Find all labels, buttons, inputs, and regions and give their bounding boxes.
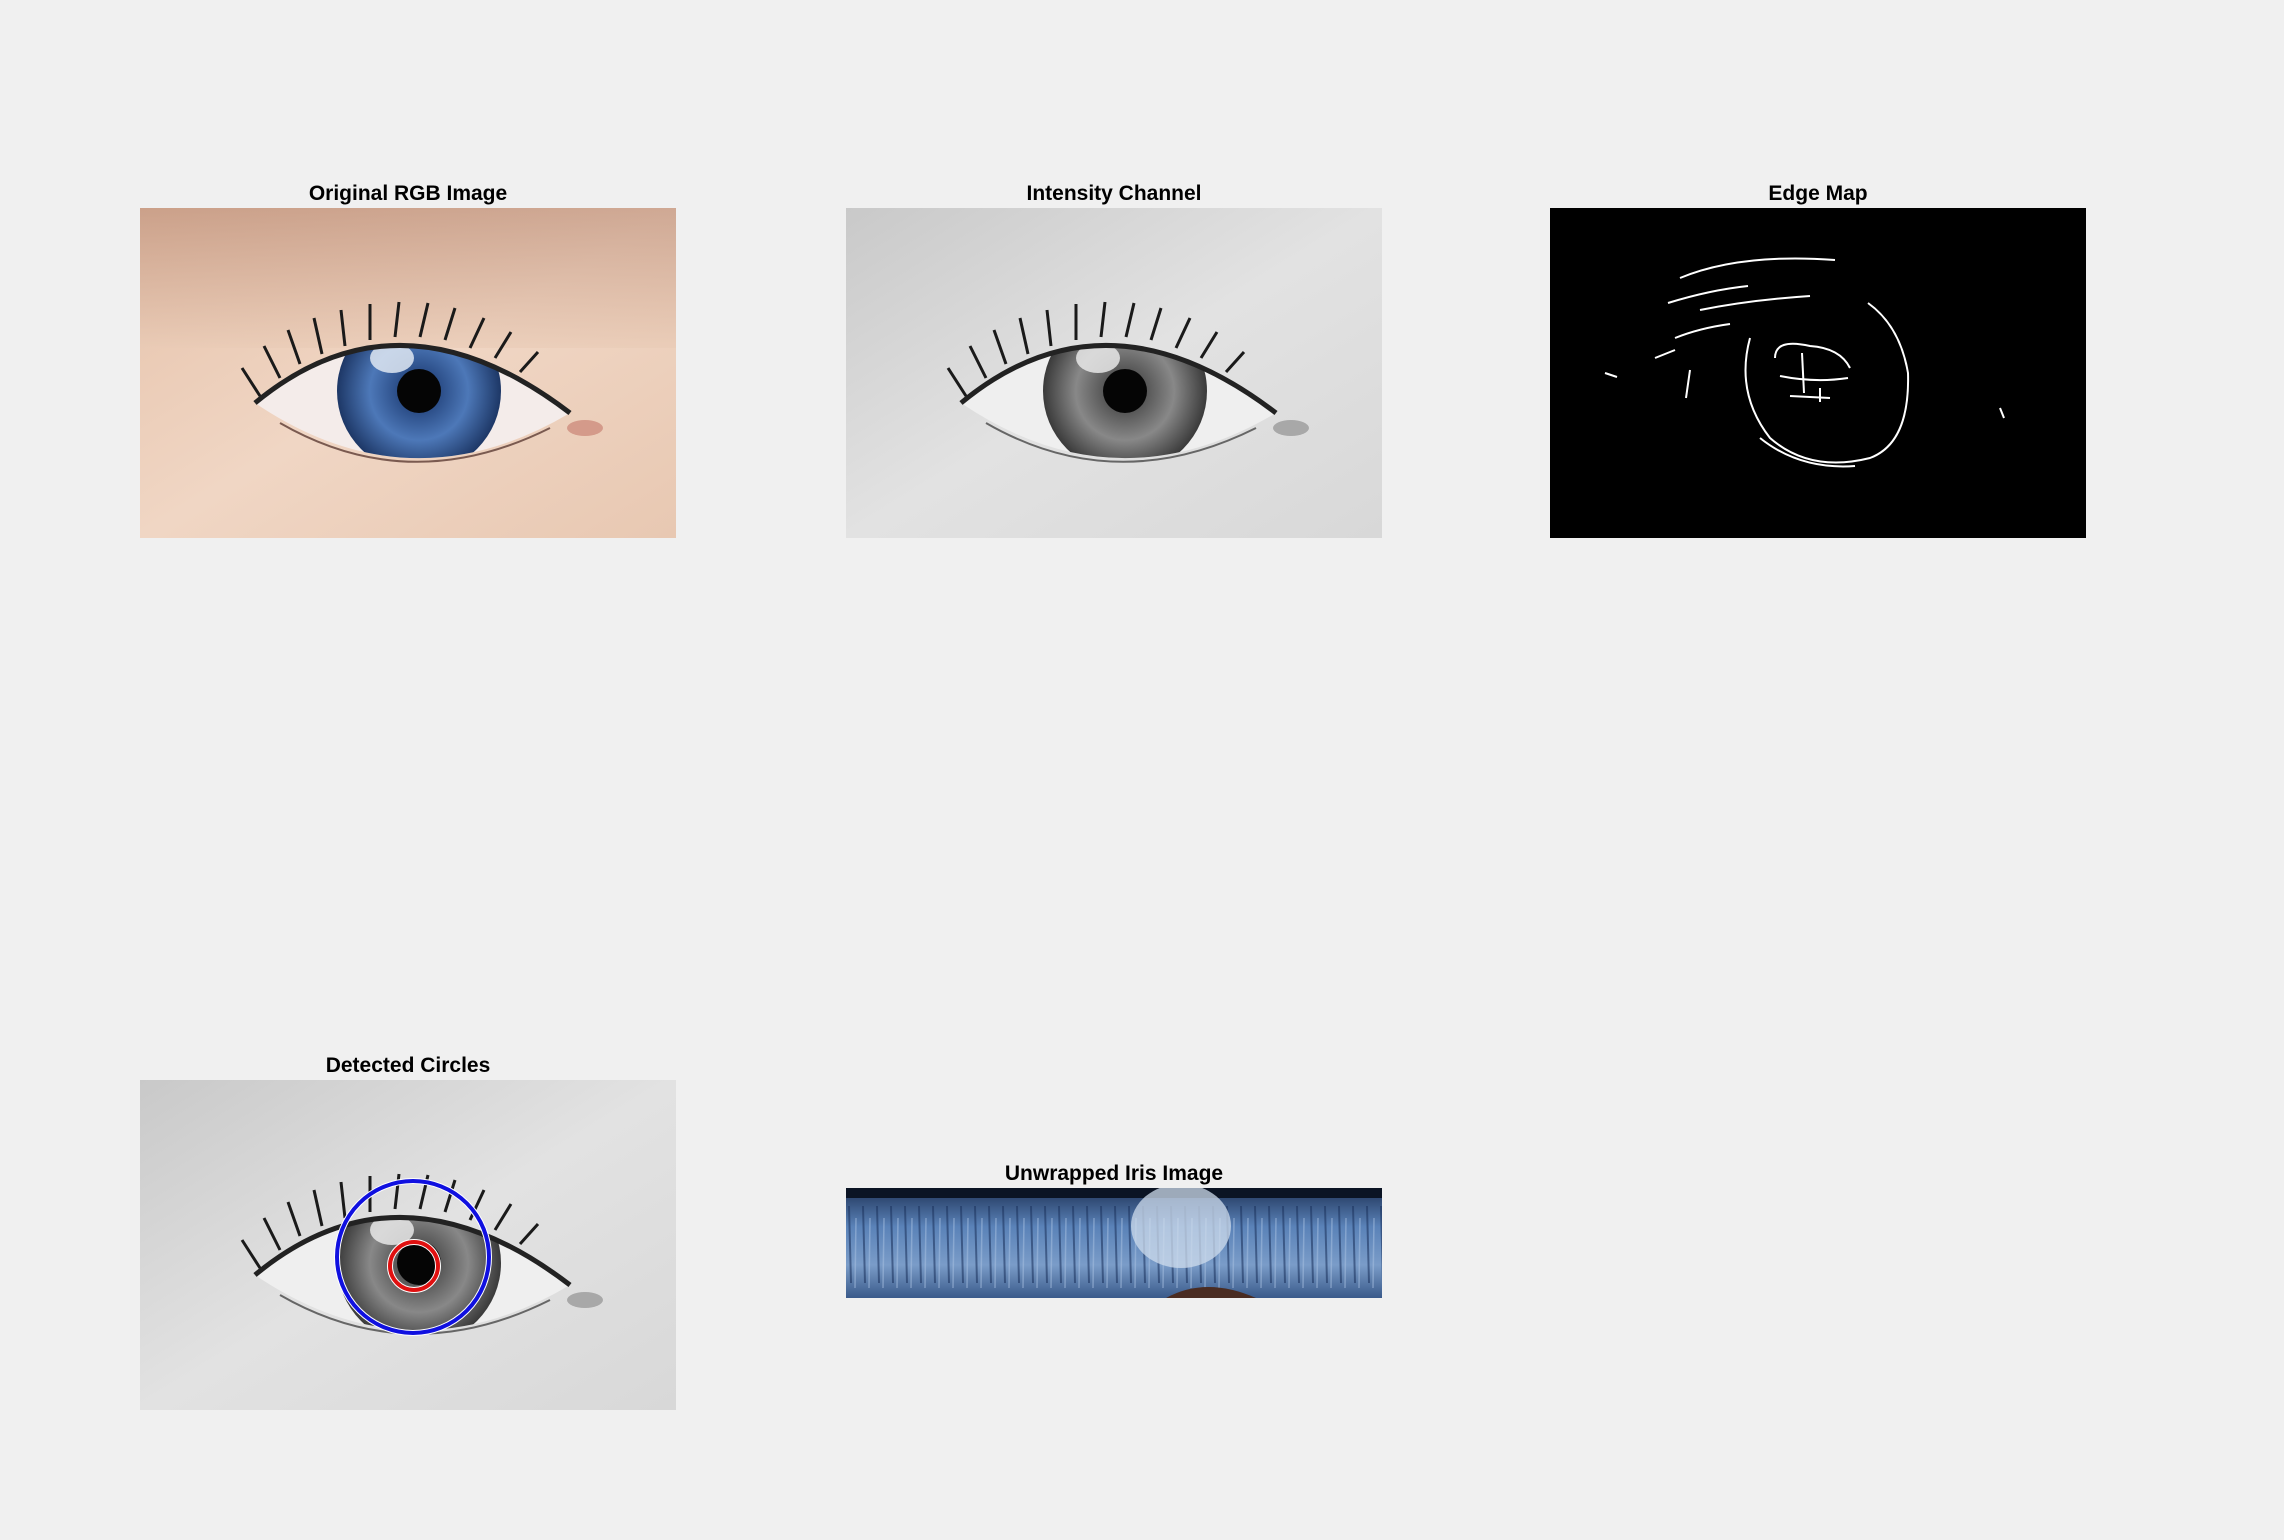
panel-title-edge: Edge Map xyxy=(1768,182,1868,205)
panel-original-rgb: Original RGB Image xyxy=(140,180,676,540)
panel-unwrapped-iris: Unwrapped Iris Image xyxy=(846,1160,1382,1302)
intensity-image xyxy=(846,208,1382,538)
panel-title-intensity: Intensity Channel xyxy=(1026,182,1202,205)
panel-title-original: Original RGB Image xyxy=(308,182,508,205)
panel-title-detected: Detected Circles xyxy=(325,1054,491,1077)
edge-map-image xyxy=(1550,208,2086,538)
unwrapped-iris-image xyxy=(846,1188,1382,1298)
panel-title-unwrapped: Unwrapped Iris Image xyxy=(1004,1162,1224,1185)
panel-edge-map: Edge Map xyxy=(1550,180,2086,540)
panel-detected-circles: Detected Circles xyxy=(140,1052,676,1412)
panel-intensity: Intensity Channel xyxy=(846,180,1382,540)
detected-circles-image xyxy=(140,1080,676,1410)
figure-window: Original RGB Image Intensity Channel Edg… xyxy=(0,0,2284,1540)
original-rgb-image xyxy=(140,208,676,538)
